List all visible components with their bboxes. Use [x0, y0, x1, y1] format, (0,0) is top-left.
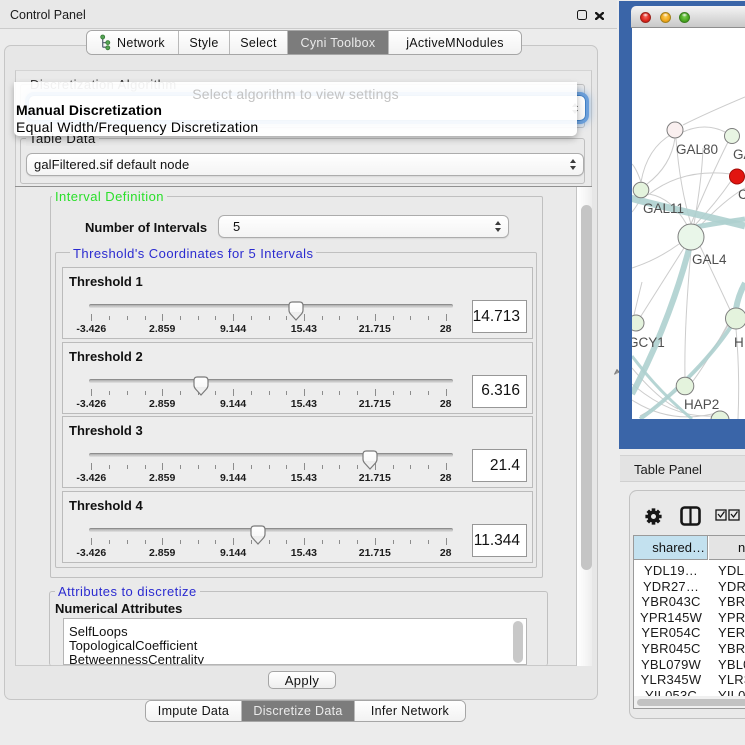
svg-text:GAL4: GAL4	[692, 252, 727, 267]
svg-text:GCY1: GCY1	[632, 335, 665, 350]
svg-text:GAL11: GAL11	[643, 201, 684, 216]
svg-text:GA: GA	[733, 147, 745, 162]
svg-text:HAP2: HAP2	[684, 397, 719, 412]
svg-text:GAL80: GAL80	[676, 142, 718, 157]
svg-text:C: C	[738, 187, 745, 202]
svg-text:H: H	[734, 335, 744, 350]
